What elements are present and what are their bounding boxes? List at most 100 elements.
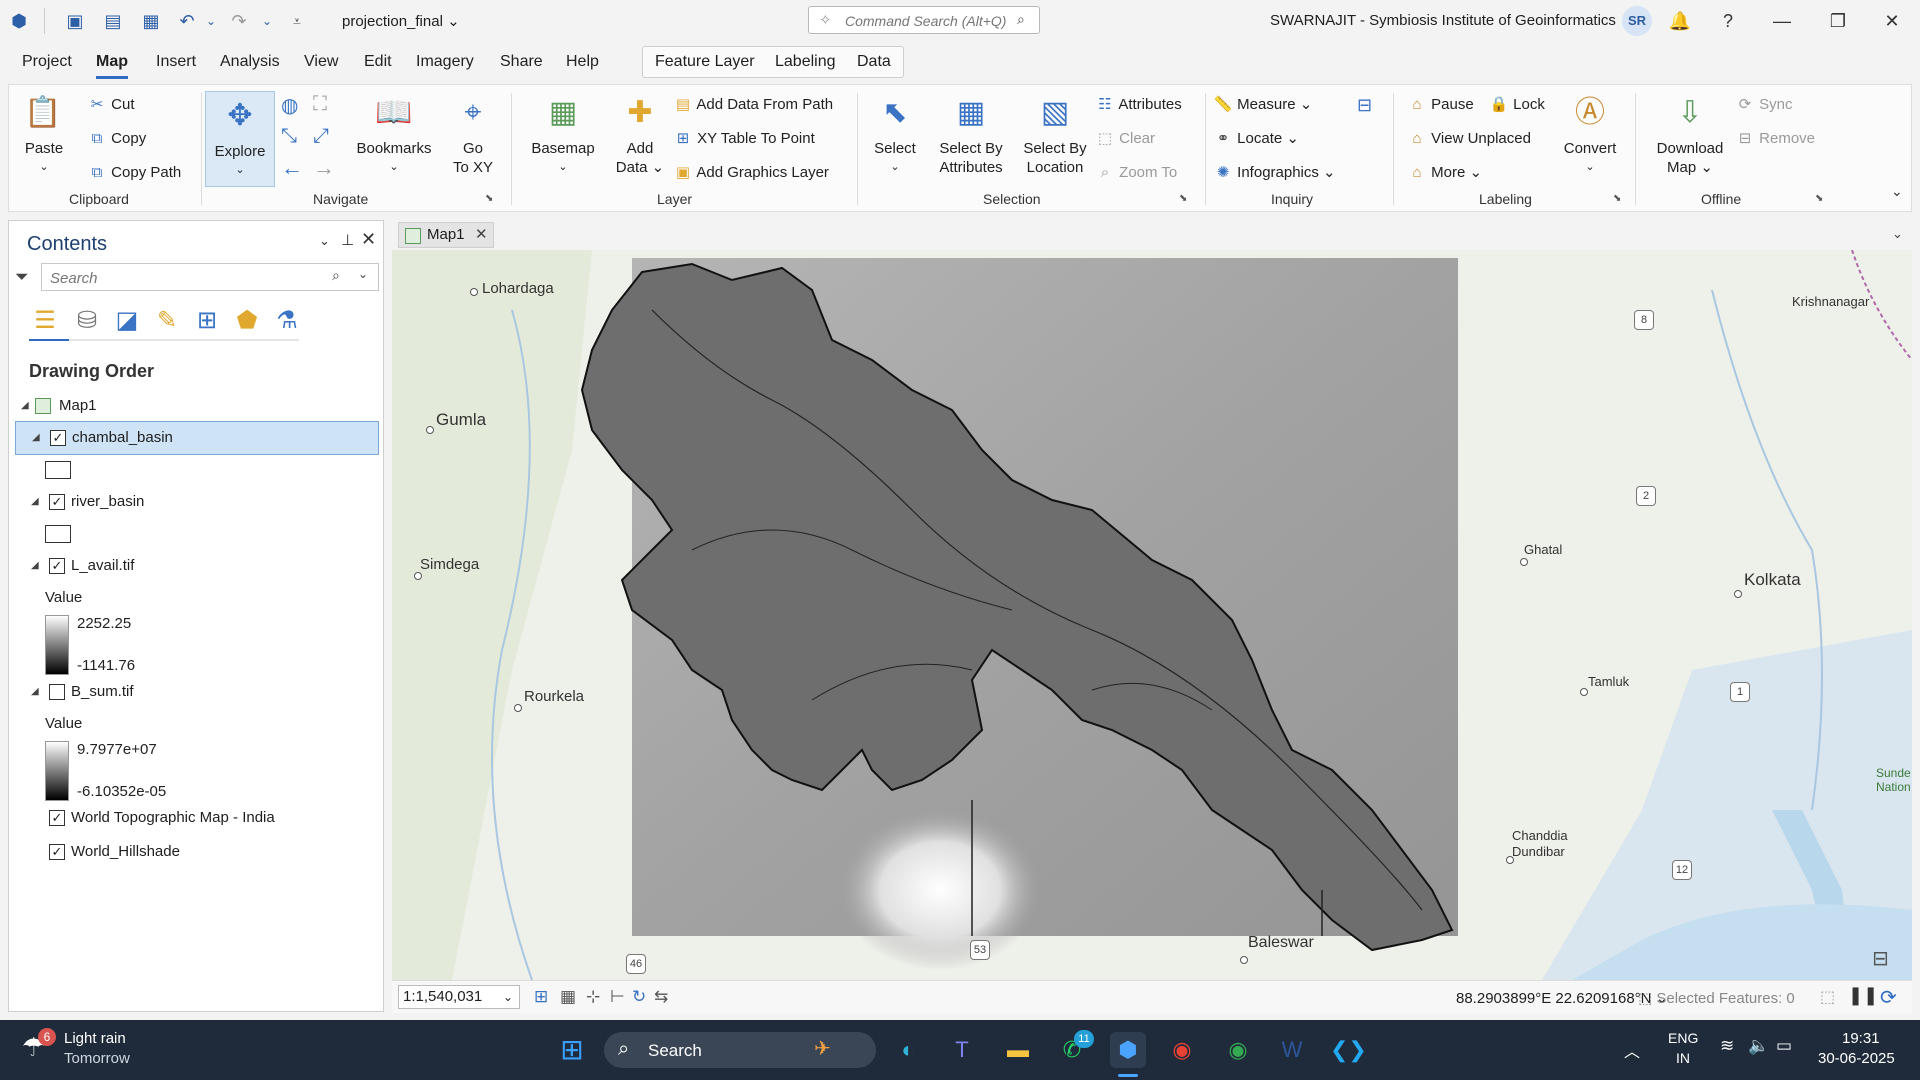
go-to-xy-button[interactable]: ⌖ Go To XY <box>445 93 501 177</box>
redo-icon[interactable]: ↷ <box>228 10 250 32</box>
tab-analysis[interactable]: Analysis <box>220 50 280 76</box>
layer-visibility-checkbox[interactable]: ✓ <box>49 810 65 826</box>
close-window-button[interactable]: ✕ <box>1872 8 1912 34</box>
rotation-icon[interactable]: ↻ <box>632 987 646 1007</box>
tab-data[interactable]: Data <box>857 53 891 71</box>
tab-project[interactable]: Project <box>22 50 72 76</box>
chrome-icon[interactable]: ◉ <box>1164 1032 1200 1068</box>
customize-qat-icon[interactable]: ⩡ <box>286 10 308 32</box>
full-extent-icon[interactable]: ◍ <box>281 93 298 118</box>
select-by-location-button[interactable]: ▧ Select By Location <box>1015 93 1095 177</box>
chevron-down-icon[interactable]: ⌄ <box>358 267 368 281</box>
previous-extent-icon[interactable]: ← <box>281 155 303 181</box>
map-overview-icon[interactable]: ⊟ <box>1872 946 1889 971</box>
tab-view[interactable]: View <box>304 50 338 76</box>
remove-button[interactable]: ⊟ Remove <box>1735 129 1815 149</box>
account-name[interactable]: SWARNAJIT - Symbiosis Institute of Geoin… <box>1270 12 1616 29</box>
layer-visibility-checkbox[interactable] <box>49 684 65 700</box>
list-by-perspective-imagery-icon[interactable]: ⚗ <box>271 305 303 337</box>
pop-up-icon[interactable]: ⊟ <box>1357 95 1372 116</box>
word-icon[interactable]: W <box>1274 1032 1310 1068</box>
tab-share[interactable]: Share <box>500 50 543 76</box>
redo-dropdown-icon[interactable]: ⌄ <box>256 10 278 32</box>
minimize-button[interactable]: — <box>1762 8 1802 34</box>
refresh-selection-icon[interactable]: ⬚ <box>1820 987 1835 1007</box>
layer-visibility-checkbox[interactable]: ✓ <box>50 430 66 446</box>
pin-icon[interactable]: ⊥ <box>341 231 354 249</box>
copy-path-button[interactable]: ⧉ Copy Path <box>87 163 182 183</box>
cut-button[interactable]: ✂ Cut <box>87 95 135 115</box>
selected-features-count[interactable]: ⬚ Selected Features: 0 <box>1638 989 1795 1007</box>
add-data-button[interactable]: ✚ Add Data ⌄ <box>609 93 671 177</box>
user-avatar[interactable]: SR <box>1622 6 1652 36</box>
collapse-triangle-icon[interactable]: ◢ <box>31 677 39 707</box>
tab-imagery[interactable]: Imagery <box>416 50 474 76</box>
next-extent-icon[interactable]: → <box>313 155 335 181</box>
add-data-from-path-button[interactable]: ▤ Add Data From Path <box>673 95 833 115</box>
explore-button[interactable]: ✥ Explore ⌄ <box>205 91 275 187</box>
collapse-triangle-icon[interactable]: ◢ <box>32 422 40 454</box>
contents-search[interactable]: ⌕ ⌄ <box>41 263 379 291</box>
windows-start-icon[interactable]: ⊞ <box>554 1032 590 1068</box>
layer-row-world-topographic[interactable]: ✓ World Topographic Map - India <box>15 803 379 833</box>
show-hidden-icons-icon[interactable]: ︿ <box>1624 1038 1640 1062</box>
open-folder-icon[interactable]: ▤ <box>102 10 124 32</box>
layer-row-l-avail[interactable]: ◢ ✓ L_avail.tif <box>15 551 379 581</box>
clock-time[interactable]: 19:31 <box>1842 1030 1880 1047</box>
layer-row-b-sum[interactable]: ◢ B_sum.tif <box>15 677 379 707</box>
polygon-symbol[interactable] <box>45 525 71 543</box>
basemap-button[interactable]: ▦ Basemap ⌄ <box>521 93 605 177</box>
collapse-triangle-icon[interactable]: ◢ <box>31 551 39 581</box>
pane-options-icon[interactable]: ⌄ <box>319 233 330 249</box>
map-view-tab[interactable]: Map1 ✕ <box>398 222 494 248</box>
file-explorer-icon[interactable]: ▬ <box>1000 1032 1036 1068</box>
search-icon[interactable]: ⌕ <box>1017 11 1025 28</box>
tab-list-chevron-icon[interactable]: ⌄ <box>1892 226 1903 242</box>
clear-button[interactable]: ⬚ Clear <box>1095 129 1155 149</box>
refresh-map-icon[interactable]: ⟳ <box>1880 985 1897 1010</box>
constraints-icon[interactable]: ⊢ <box>610 987 625 1007</box>
help-icon[interactable]: ? <box>1708 8 1748 34</box>
select-by-attributes-button[interactable]: ▦ Select By Attributes <box>929 93 1013 177</box>
chrome-profile-icon[interactable]: ◉ <box>1220 1032 1256 1068</box>
layer-visibility-checkbox[interactable]: ✓ <box>49 558 65 574</box>
tab-feature-layer[interactable]: Feature Layer <box>655 53 755 71</box>
list-by-labeling-icon[interactable]: ⬟ <box>231 305 263 337</box>
attributes-button[interactable]: ☷ Attributes <box>1095 95 1181 115</box>
scale-selector[interactable]: 1:1,540,031 ⌄ <box>398 985 520 1009</box>
more-labeling-button[interactable]: ⌂ More ⌄ <box>1407 163 1482 183</box>
list-by-data-source-icon[interactable]: ⛁ <box>71 305 103 337</box>
select-button[interactable]: ⬉ Select ⌄ <box>865 93 925 177</box>
convert-button[interactable]: Ⓐ Convert ⌄ <box>1557 93 1623 177</box>
command-search[interactable]: ✧ ⌕ <box>808 6 1040 34</box>
dialog-launcher-icon[interactable]: ⬊ <box>1179 193 1187 204</box>
paste-button[interactable]: 📋 Paste ⌄ <box>23 93 65 177</box>
list-by-snapping-icon[interactable]: ⊞ <box>191 305 223 337</box>
tab-help[interactable]: Help <box>566 50 599 76</box>
document-title[interactable]: projection_final ⌄ <box>342 12 460 30</box>
search-icon[interactable]: ⌕ <box>332 267 340 284</box>
polygon-symbol[interactable] <box>45 461 71 479</box>
layer-row-world-hillshade[interactable]: ✓ World_Hillshade <box>15 837 379 867</box>
snapping-icon[interactable]: ⊹ <box>586 987 600 1007</box>
dialog-launcher-icon[interactable]: ⬊ <box>485 193 493 204</box>
edge-icon[interactable]: ◐ <box>890 1032 926 1068</box>
coordinate-readout[interactable]: 88.2903899°E 22.6209168°N ⌄ <box>1456 989 1668 1007</box>
layer-visibility-checkbox[interactable]: ✓ <box>49 494 65 510</box>
close-pane-icon[interactable]: ✕ <box>361 229 376 250</box>
weather-condition[interactable]: Light rain <box>64 1030 126 1047</box>
list-by-drawing-order-icon[interactable]: ☰ <box>29 305 61 337</box>
grid-icon[interactable]: ▦ <box>560 987 576 1007</box>
layer-row-river-basin[interactable]: ◢ ✓ river_basin <box>15 487 379 517</box>
sync-button[interactable]: ⟳ Sync <box>1735 95 1793 115</box>
navigation-options-icon[interactable]: ⇆ <box>654 987 668 1007</box>
collapse-ribbon-icon[interactable]: ⌄ <box>1891 183 1903 200</box>
bookmarks-button[interactable]: 📖 Bookmarks ⌄ <box>349 93 439 177</box>
vscode-icon[interactable]: ❮❯ <box>1330 1032 1367 1068</box>
stretch-color-ramp[interactable] <box>45 615 69 675</box>
undo-icon[interactable]: ↶ <box>176 10 198 32</box>
wifi-icon[interactable]: ≋ <box>1720 1036 1734 1056</box>
tab-map[interactable]: Map <box>96 50 128 79</box>
view-unplaced-button[interactable]: ⌂ View Unplaced <box>1407 129 1531 149</box>
tab-edit[interactable]: Edit <box>364 50 392 76</box>
